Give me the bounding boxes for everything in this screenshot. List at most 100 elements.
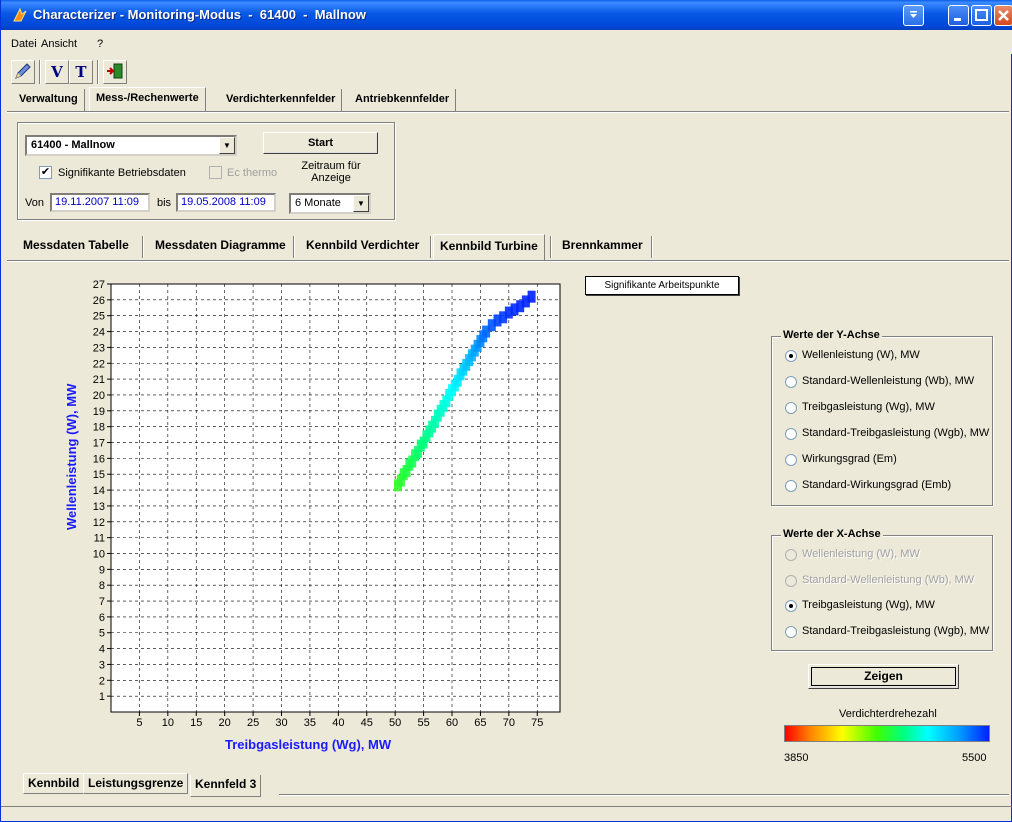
y-axis-radio-label: Standard-Treibgasleistung (Wgb), MW — [802, 427, 990, 439]
x-tick-label: 60 — [446, 717, 458, 729]
sub-tab-baseline — [7, 260, 1009, 262]
tab-kennfeld-3[interactable]: Kennfeld 3 — [190, 775, 262, 797]
tab-leistungsgrenze[interactable]: Leistungsgrenze — [83, 773, 189, 794]
menu-datei[interactable]: Datei — [11, 38, 37, 50]
y-tick-label: 11 — [94, 533, 105, 545]
main-tab-baseline — [7, 111, 1009, 113]
y-tick-label: 22 — [93, 358, 105, 370]
x-tick-label: 35 — [304, 717, 316, 729]
toolbar: V T — [1, 56, 1012, 86]
y-tick-label: 23 — [93, 342, 105, 354]
x-axis-radio-label: Standard-Treibgasleistung (Wgb), MW — [802, 624, 990, 637]
y-axis-radio-4[interactable] — [785, 454, 797, 466]
subtab-brennkammer[interactable]: Brennkammer — [562, 238, 643, 258]
y-axis-title: Wellenleistung (W), MW — [64, 383, 79, 530]
tab-verwaltung[interactable]: Verwaltung — [13, 89, 85, 111]
y-tick-label: 26 — [93, 295, 105, 307]
x-axis-radio-label: Wellenleistung (W), MW — [802, 548, 920, 560]
from-date-field[interactable]: 19.11.2007 11:09 — [50, 193, 150, 212]
x-tick-label: 20 — [219, 717, 231, 729]
y-tick-label: 9 — [99, 564, 105, 576]
y-tick-label: 17 — [93, 438, 105, 450]
significant-points-button[interactable]: Signifikante Arbeitspunkte — [585, 276, 739, 295]
x-tick-label: 5 — [136, 717, 142, 729]
dropdown-icon — [910, 11, 917, 18]
tab-antriebkennfelder[interactable]: Antriebkennfelder — [349, 89, 457, 111]
y-axis-radio-0[interactable] — [785, 350, 797, 362]
subtab-messdaten-diagramme[interactable]: Messdaten Diagramme — [155, 238, 286, 258]
y-tick-label: 16 — [93, 453, 105, 465]
start-button[interactable]: Start — [263, 132, 378, 154]
y-axis-radio-label: Standard-Wirkungsgrad (Emb) — [802, 479, 952, 491]
y-tick-label: 12 — [93, 517, 105, 529]
minimize-button[interactable] — [948, 5, 969, 26]
menu-ansicht[interactable]: Ansicht — [41, 38, 77, 50]
y-tick-label: 3 — [99, 659, 105, 671]
x-tick-label: 25 — [247, 717, 259, 729]
y-tick-label: 7 — [99, 596, 105, 608]
maximize-button[interactable] — [971, 5, 992, 26]
y-tick-label: 15 — [93, 469, 105, 481]
to-date-field[interactable]: 19.05.2008 11:09 — [176, 193, 276, 212]
y-axis-radio-1[interactable] — [785, 376, 797, 388]
subtab-separator — [651, 236, 652, 258]
colorbar-min: 3850 — [784, 752, 809, 764]
station-select[interactable]: 61400 - Mallnow ▼ — [25, 135, 237, 156]
subtab-kennbild-turbine[interactable]: Kennbild Turbine — [433, 234, 545, 260]
ec-thermo-label: Ec thermo — [227, 167, 278, 179]
significant-checkbox[interactable]: ✔ — [39, 166, 52, 179]
app-icon — [13, 7, 27, 22]
x-tick-label: 15 — [190, 717, 202, 729]
ec-thermo-checkbox[interactable] — [209, 166, 222, 179]
tab-verdichterkennfelder[interactable]: Verdichterkennfelder — [220, 89, 343, 111]
subtab-messdaten-tabelle[interactable]: Messdaten Tabelle — [23, 238, 129, 258]
y-axis-radio-label: Wellenleistung (W), MW — [802, 349, 920, 361]
subtab-separator — [293, 236, 294, 258]
y-tick-label: 10 — [93, 548, 105, 560]
subtab-kennbild-verdichter[interactable]: Kennbild Verdichter — [306, 238, 419, 258]
x-tick-label: 75 — [531, 717, 543, 729]
tab-kennbild[interactable]: Kennbild — [23, 773, 85, 794]
y-axis-radio-label: Wirkungsgrad (Em) — [802, 453, 897, 465]
bottom-tab-baseline — [279, 794, 1009, 796]
y-axis-radio-label: Treibgasleistung (Wg), MW — [802, 401, 935, 413]
chevron-down-icon[interactable]: ▼ — [353, 195, 369, 212]
y-tick-label: 24 — [93, 327, 105, 339]
v-tool-button[interactable]: V — [45, 60, 69, 84]
x-axis-radio-2[interactable] — [785, 600, 797, 612]
y-tick-label: 20 — [93, 390, 105, 402]
tab-mess-rechenwerte[interactable]: Mess-/Rechenwerte — [89, 87, 206, 111]
titlebar-menu-button[interactable] — [903, 5, 924, 26]
scatter-chart[interactable]: 5 10 15 20 25 30 35 40 45 50 55 60 65 70 7512345678910… — [61, 276, 581, 772]
x-axis-radio-0[interactable] — [785, 549, 797, 561]
x-axis-radio-3[interactable] — [785, 625, 797, 638]
show-button[interactable]: Zeigen — [808, 664, 959, 689]
x-axis-radio-1[interactable] — [785, 574, 797, 587]
x-axis-group-title: Werte der X-Achse — [781, 528, 883, 540]
period-select[interactable]: 6 Monate ▼ — [289, 193, 371, 214]
edit-tool-button[interactable] — [11, 60, 35, 84]
to-label: bis — [157, 197, 172, 209]
exit-tool-button[interactable] — [103, 60, 127, 84]
title-bar[interactable]: Characterizer - Monitoring-Modus - 61400… — [1, 0, 1012, 30]
chevron-down-icon[interactable]: ▼ — [219, 137, 235, 154]
x-tick-label: 40 — [332, 717, 344, 729]
x-tick-label: 10 — [162, 717, 174, 729]
y-axis-radio-2[interactable] — [785, 402, 797, 414]
t-tool-button[interactable]: T — [69, 60, 93, 84]
y-tick-label: 4 — [99, 644, 105, 656]
close-button[interactable] — [994, 5, 1012, 26]
x-axis-title: Treibgasleistung (Wg), MW — [225, 737, 392, 752]
close-icon — [998, 10, 1009, 21]
subtab-separator — [142, 236, 143, 258]
x-tick-label: 55 — [417, 717, 429, 729]
x-tick-label: 45 — [361, 717, 373, 729]
y-axis-radio-5[interactable] — [785, 480, 797, 492]
y-tick-label: 27 — [93, 279, 105, 291]
menu-help[interactable]: ? — [97, 38, 103, 50]
minimize-icon — [954, 18, 961, 21]
application-window: Characterizer - Monitoring-Modus - 61400… — [0, 0, 1012, 822]
y-tick-label: 8 — [99, 580, 105, 592]
y-axis-radio-3[interactable] — [785, 428, 797, 440]
subtab-separator — [550, 236, 551, 258]
